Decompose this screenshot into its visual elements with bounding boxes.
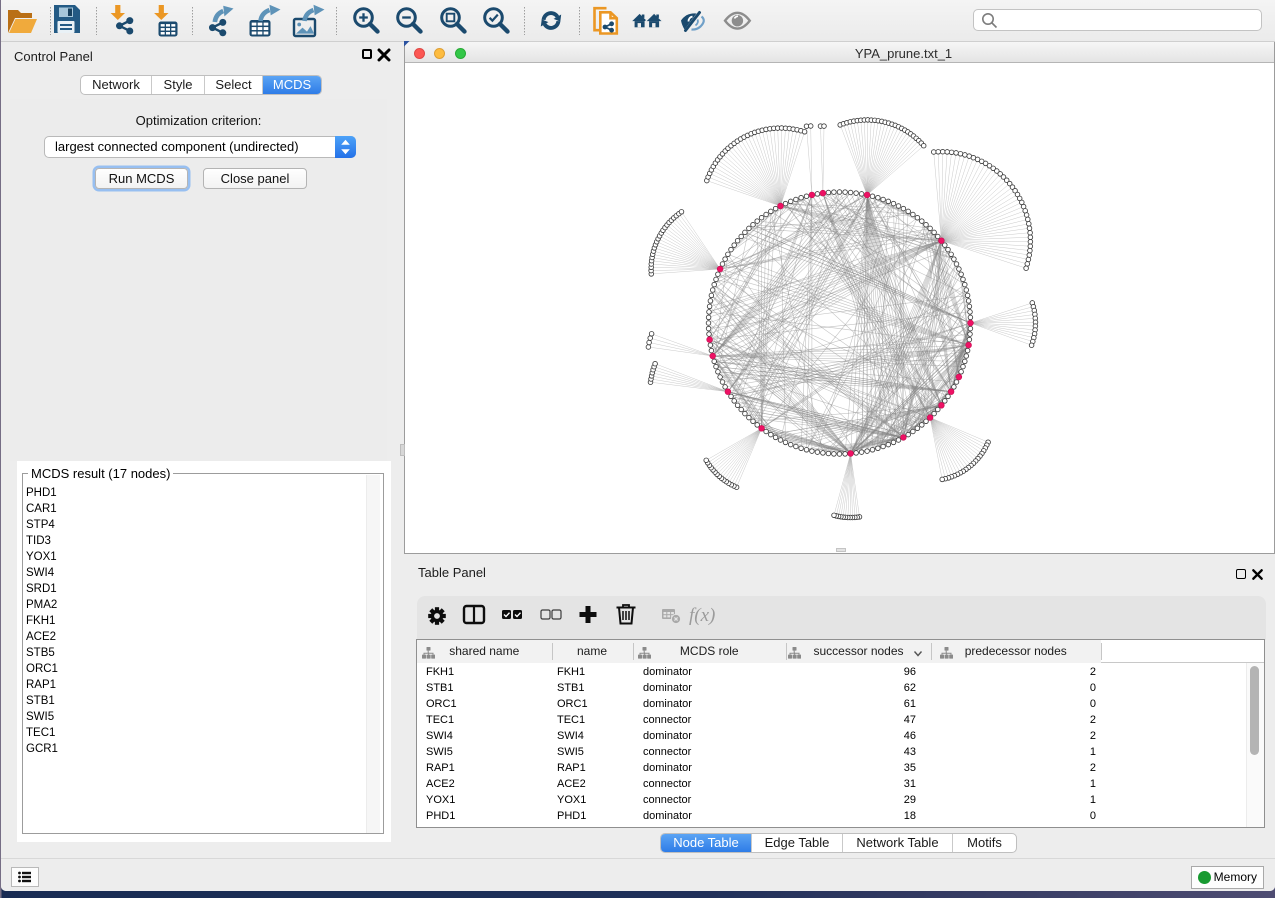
svg-text:f(x): f(x): [689, 605, 715, 626]
